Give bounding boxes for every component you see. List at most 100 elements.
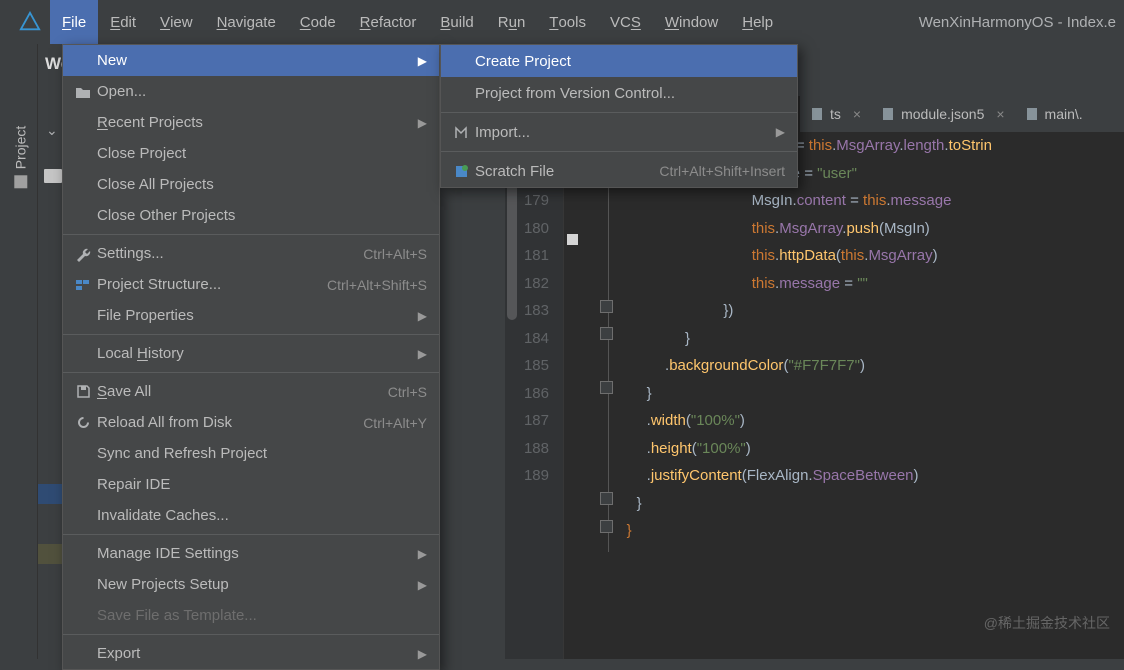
- menu-build[interactable]: Build: [428, 0, 485, 44]
- file-menu-dropdown: New▶Open...Recent Projects▶Close Project…: [62, 44, 440, 670]
- menu-navigate[interactable]: Navigate: [205, 0, 288, 44]
- menu-item-label: Export: [95, 645, 418, 662]
- menu-item-label: Project Structure...: [95, 276, 327, 293]
- editor-tab[interactable]: ts×: [800, 96, 871, 132]
- new-submenu: Create Project Project from Version Contr…: [440, 44, 798, 188]
- editor-tab[interactable]: main\.: [1015, 96, 1093, 132]
- code-line: this.httpData(this.MsgArray): [610, 242, 1124, 270]
- menu-item-label: New: [95, 52, 418, 69]
- reload-icon: [71, 415, 95, 430]
- project-tool-button[interactable]: Project: [12, 126, 28, 189]
- chevron-down-icon[interactable]: ⌄: [46, 122, 58, 139]
- line-number: 185: [505, 352, 549, 380]
- menu-item-label: Close All Projects: [95, 176, 427, 193]
- code-line: }: [610, 517, 1124, 545]
- menu-item-label: Open...: [95, 83, 427, 100]
- code-line: .backgroundColor("#F7F7F7"): [610, 352, 1124, 380]
- menu-item-label: Close Other Projects: [95, 207, 427, 224]
- open-icon: [71, 85, 95, 99]
- menu-item-export[interactable]: Export▶: [63, 638, 439, 669]
- code-line: .justifyContent(FlexAlign.SpaceBetween): [610, 462, 1124, 490]
- menu-item-local-history[interactable]: Local History▶: [63, 338, 439, 369]
- import-icon: [449, 125, 473, 140]
- line-number: 189: [505, 462, 549, 490]
- gutter-highlight: [38, 484, 63, 504]
- breakpoint-icon[interactable]: [567, 234, 578, 245]
- submenu-item-scratch-file[interactable]: Scratch FileCtrl+Alt+Shift+Insert: [441, 155, 797, 187]
- menu-item-label: Local History: [95, 345, 418, 362]
- menu-item-label: Recent Projects: [95, 114, 418, 131]
- folder-icon: [44, 169, 62, 183]
- menu-item-label: Reload All from Disk: [95, 414, 363, 431]
- menu-run[interactable]: Run: [486, 0, 538, 44]
- menu-item-close-other-projects[interactable]: Close Other Projects: [63, 200, 439, 231]
- line-number: 188: [505, 435, 549, 463]
- chevron-right-icon: ▶: [418, 309, 427, 323]
- chevron-right-icon: ▶: [776, 125, 785, 139]
- menu-tools[interactable]: Tools: [537, 0, 598, 44]
- tool-window-bar: Project: [0, 44, 38, 659]
- close-icon[interactable]: ×: [847, 106, 861, 122]
- menu-item-close-project[interactable]: Close Project: [63, 138, 439, 169]
- close-icon[interactable]: ×: [990, 106, 1004, 122]
- editor-tab[interactable]: module.json5×: [871, 96, 1014, 132]
- shortcut-label: Ctrl+Alt+Y: [363, 415, 427, 431]
- menu-item-manage-ide-settings[interactable]: Manage IDE Settings▶: [63, 538, 439, 569]
- menu-view[interactable]: View: [148, 0, 205, 44]
- menu-window[interactable]: Window: [653, 0, 730, 44]
- scratch-icon: [449, 164, 473, 179]
- menu-file[interactable]: File: [50, 0, 98, 44]
- menu-code[interactable]: Code: [288, 0, 348, 44]
- submenu-item-label: Scratch File: [473, 163, 659, 180]
- code-line: MsgIn.content = this.message: [610, 187, 1124, 215]
- app-logo-icon: [10, 0, 50, 44]
- wrench-icon: [71, 246, 95, 262]
- menu-item-label: Repair IDE: [95, 476, 427, 493]
- submenu-item-create-project[interactable]: Create Project: [441, 45, 797, 77]
- file-icon: [1025, 107, 1039, 121]
- menu-item-invalidate-caches-[interactable]: Invalidate Caches...: [63, 500, 439, 531]
- chevron-right-icon: ▶: [418, 647, 427, 661]
- menu-vcs[interactable]: VCS: [598, 0, 653, 44]
- gutter-highlight: [38, 544, 63, 564]
- menu-item-project-structure-[interactable]: Project Structure...Ctrl+Alt+Shift+S: [63, 269, 439, 300]
- menu-item-file-properties[interactable]: File Properties▶: [63, 300, 439, 331]
- line-number: 186: [505, 380, 549, 408]
- code-line: }: [610, 490, 1124, 518]
- submenu-item-project-from-version-control-[interactable]: Project from Version Control...: [441, 77, 797, 109]
- submenu-item-label: Create Project: [473, 53, 785, 70]
- menu-item-recent-projects[interactable]: Recent Projects▶: [63, 107, 439, 138]
- code-line: }: [610, 325, 1124, 353]
- code-line: this.MsgArray.push(MsgIn): [610, 215, 1124, 243]
- menu-item-label: New Projects Setup: [95, 576, 418, 593]
- line-number: 184: [505, 325, 549, 353]
- menu-edit[interactable]: Edit: [98, 0, 148, 44]
- menu-item-close-all-projects[interactable]: Close All Projects: [63, 169, 439, 200]
- watermark: @稀土掘金技术社区: [984, 613, 1110, 633]
- code-editor[interactable]: id = this.MsgArray.length.toStrin ole = …: [610, 132, 1124, 659]
- menu-item-new-projects-setup[interactable]: New Projects Setup▶: [63, 569, 439, 600]
- menu-item-repair-ide[interactable]: Repair IDE: [63, 469, 439, 500]
- project-tool-label: Project: [12, 126, 28, 170]
- menu-help[interactable]: Help: [730, 0, 785, 44]
- submenu-item-import-[interactable]: Import...▶: [441, 116, 797, 148]
- file-icon: [810, 107, 824, 121]
- menu-item-label: Invalidate Caches...: [95, 507, 427, 524]
- save-icon: [71, 384, 95, 399]
- project-icon: [14, 175, 27, 188]
- menu-item-save-all[interactable]: Save AllCtrl+S: [63, 376, 439, 407]
- menu-item-open-[interactable]: Open...: [63, 76, 439, 107]
- code-line: this.message = "": [610, 270, 1124, 298]
- submenu-item-label: Project from Version Control...: [473, 85, 785, 102]
- submenu-item-label: Import...: [473, 124, 776, 141]
- menu-item-new[interactable]: New▶: [63, 45, 439, 76]
- window-title: WenXinHarmonyOS - Index.e: [919, 14, 1124, 31]
- menu-item-label: Manage IDE Settings: [95, 545, 418, 562]
- menu-item-settings-[interactable]: Settings...Ctrl+Alt+S: [63, 238, 439, 269]
- menu-item-label: Close Project: [95, 145, 427, 162]
- menu-item-label: Save All: [95, 383, 388, 400]
- menu-refactor[interactable]: Refactor: [348, 0, 429, 44]
- menu-item-sync-and-refresh-project[interactable]: Sync and Refresh Project: [63, 438, 439, 469]
- editor-tabs: ts×module.json5×main\.: [800, 96, 1124, 132]
- menu-item-reload-all-from-disk[interactable]: Reload All from DiskCtrl+Alt+Y: [63, 407, 439, 438]
